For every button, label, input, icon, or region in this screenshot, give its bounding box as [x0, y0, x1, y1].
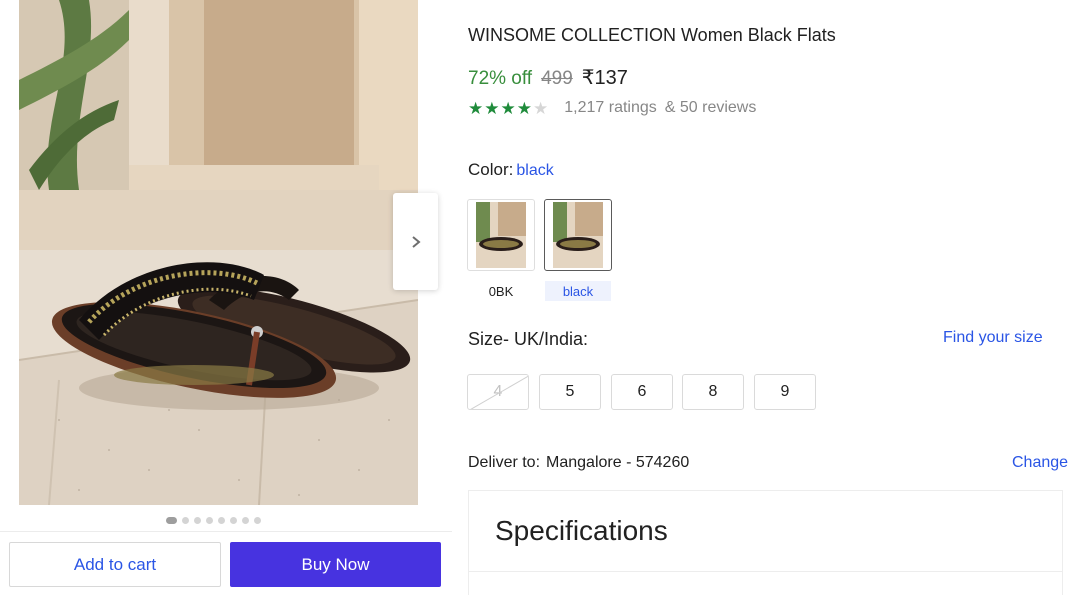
pagination-dot[interactable] — [194, 517, 201, 524]
color-swatch-black[interactable] — [544, 199, 612, 271]
star-icon: ★ — [533, 98, 549, 118]
next-image-button[interactable] — [393, 193, 438, 290]
product-image[interactable] — [19, 0, 418, 505]
ratings-count: 1,217 ratings — [564, 99, 657, 116]
divider — [469, 571, 1062, 572]
pagination-dot[interactable] — [230, 517, 237, 524]
size-option-9[interactable]: 9 — [754, 374, 816, 410]
specifications-section: Specifications — [468, 490, 1063, 595]
size-label: Size- UK/India: — [468, 329, 589, 349]
pagination-dot[interactable] — [218, 517, 225, 524]
star-icon: ★ — [500, 98, 516, 118]
specifications-title: Specifications — [495, 515, 668, 546]
change-location-link[interactable]: Change — [1012, 454, 1068, 472]
star-rating: ★ ★ ★ ★ ★ — [468, 100, 548, 117]
action-bar: Add to cart Buy Now — [0, 531, 452, 595]
size-option-8[interactable]: 8 — [682, 374, 744, 410]
pagination-dot[interactable] — [242, 517, 249, 524]
buy-now-button[interactable]: Buy Now — [230, 542, 441, 587]
deliver-to-label: Deliver to: — [468, 454, 541, 471]
image-pagination — [166, 517, 261, 524]
product-photo — [19, 0, 418, 505]
reviews-count: & 50 reviews — [664, 99, 757, 116]
delivery-location: Deliver to: Mangalore - 574260 — [468, 454, 689, 472]
discount-percent: 72% off — [468, 68, 533, 89]
swatch-thumbnail — [553, 202, 603, 268]
pagination-dot[interactable] — [182, 517, 189, 524]
original-price: 499 — [541, 68, 573, 89]
product-title: WINSOME COLLECTION Women Black Flats — [468, 25, 836, 45]
pagination-dot[interactable] — [206, 517, 213, 524]
pagination-dot[interactable] — [166, 517, 177, 524]
selling-price: ₹137 — [581, 67, 628, 89]
find-your-size-link[interactable]: Find your size — [943, 329, 1043, 347]
selected-color: black — [516, 162, 554, 179]
pagination-dot[interactable] — [254, 517, 261, 524]
color-swatch-label[interactable]: 0BK — [468, 281, 534, 301]
color-swatch-label[interactable]: black — [545, 281, 611, 301]
rating-summary[interactable]: ★ ★ ★ ★ ★ 1,217 ratings & 50 reviews — [468, 99, 756, 117]
size-option-4: 4 — [467, 374, 529, 410]
star-icon: ★ — [468, 98, 484, 118]
star-icon: ★ — [484, 98, 500, 118]
swatch-thumbnail — [476, 202, 526, 268]
size-option-5[interactable]: 5 — [539, 374, 601, 410]
color-swatch-0bk[interactable] — [467, 199, 535, 271]
price-row: 72% off 499 ₹137 — [468, 65, 628, 90]
chevron-right-icon — [411, 235, 421, 248]
star-icon: ★ — [516, 98, 532, 118]
add-to-cart-button[interactable]: Add to cart — [9, 542, 221, 587]
color-label-text: Color: — [468, 160, 514, 179]
size-option-6[interactable]: 6 — [611, 374, 673, 410]
color-label: Color: black — [468, 160, 554, 180]
delivery-address: Mangalore - 574260 — [546, 454, 690, 471]
